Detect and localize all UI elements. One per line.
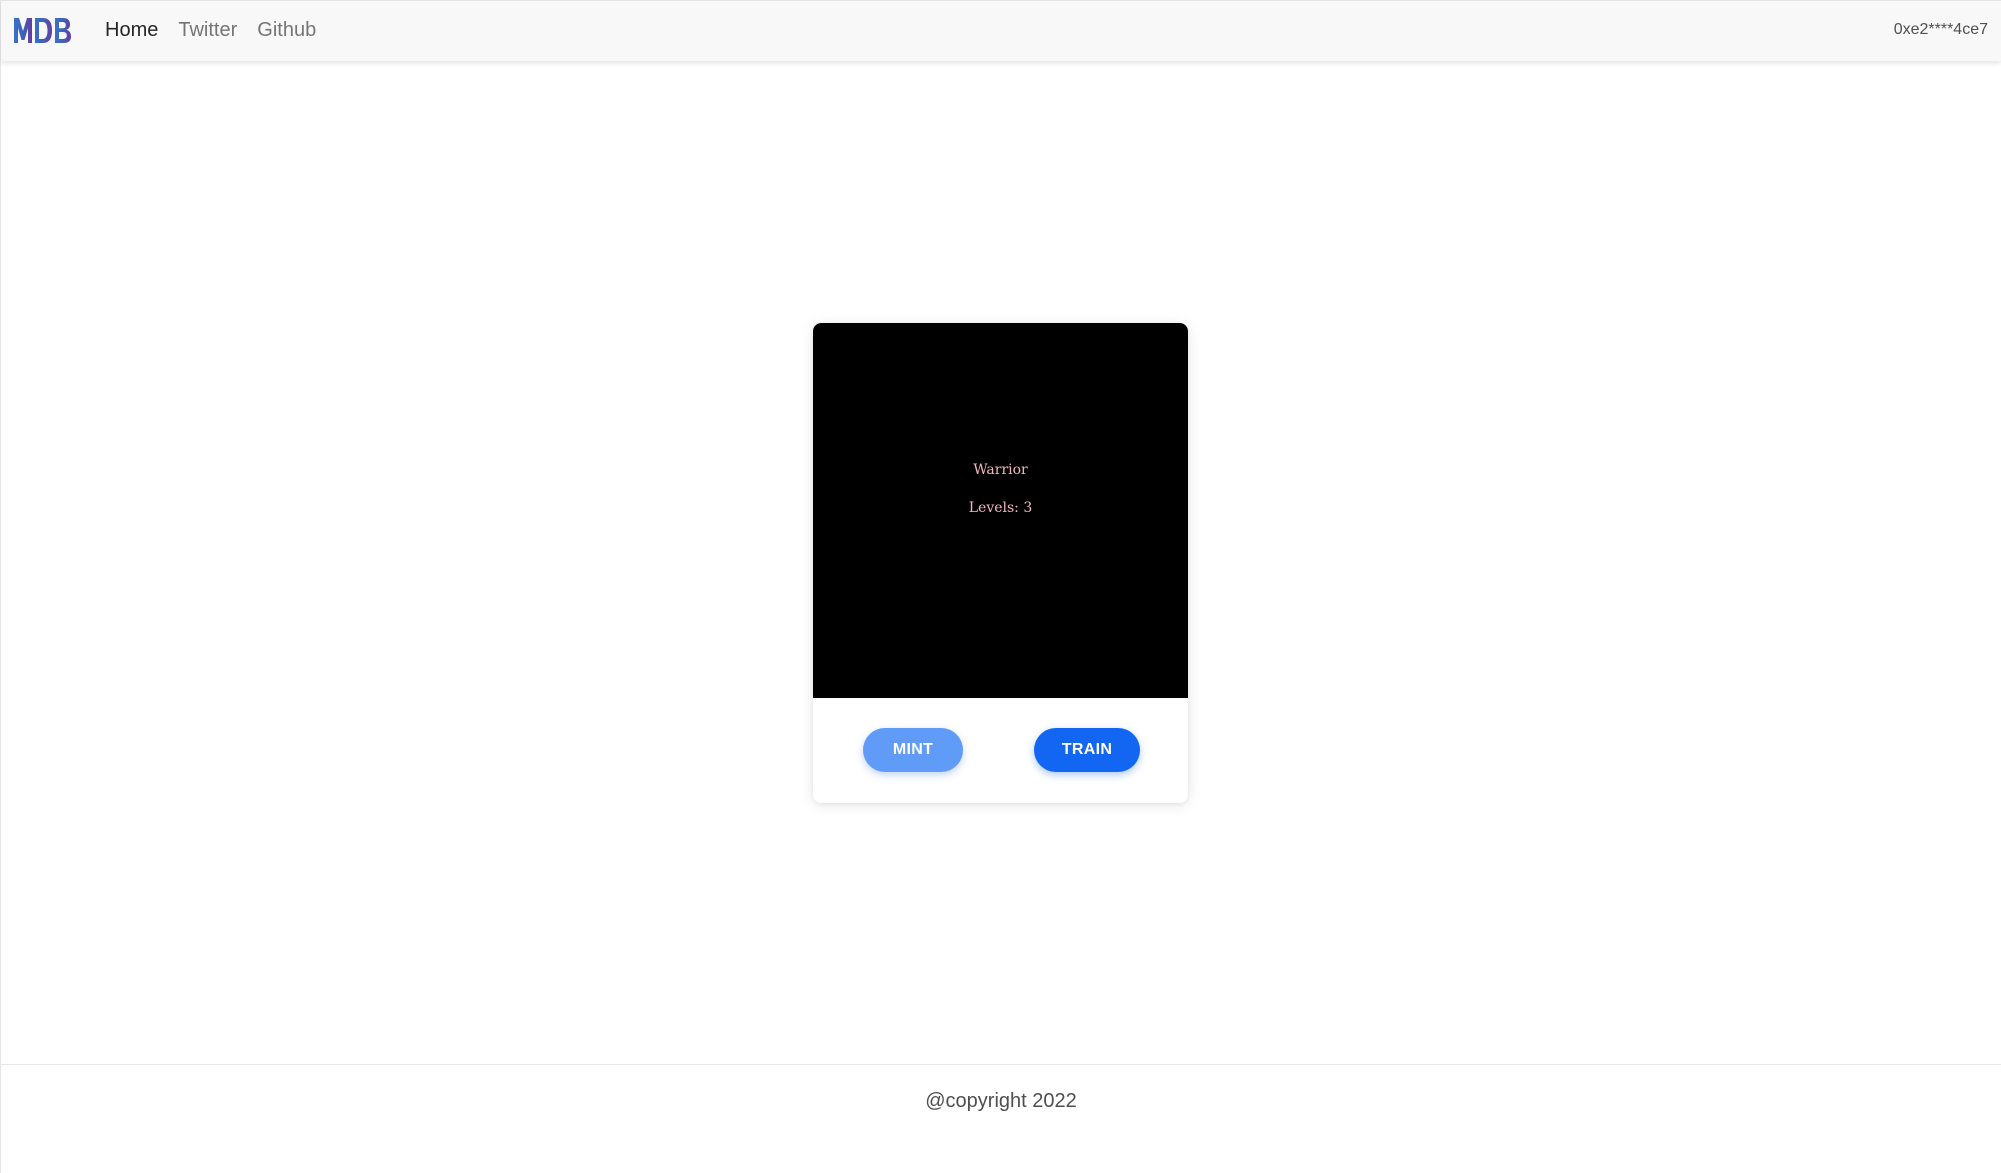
wallet-address[interactable]: 0xe2****4ce7	[1894, 1, 1988, 58]
brand-logo[interactable]	[13, 12, 73, 48]
mdb-logo-icon	[14, 18, 71, 43]
nft-image: Warrior Levels: 3	[813, 323, 1188, 698]
page: Home Twitter Github 0xe2****4ce7 Warrior…	[0, 0, 2001, 1173]
train-button[interactable]: TRAIN	[1034, 728, 1140, 772]
copyright-text: @copyright 2022	[925, 1090, 1077, 1112]
nft-levels: Levels: 3	[968, 500, 1033, 516]
footer: @copyright 2022	[1, 1064, 2001, 1173]
nav-links: Home Twitter Github	[105, 1, 316, 60]
nav-link-github[interactable]: Github	[257, 19, 316, 42]
mint-button[interactable]: MINT	[863, 728, 963, 772]
nft-card: Warrior Levels: 3 MINT TRAIN	[813, 323, 1188, 803]
nav-link-twitter[interactable]: Twitter	[178, 19, 237, 42]
navbar: Home Twitter Github 0xe2****4ce7	[1, 0, 2001, 61]
nav-link-home[interactable]: Home	[105, 19, 158, 42]
nft-class-name: Warrior	[973, 462, 1028, 478]
